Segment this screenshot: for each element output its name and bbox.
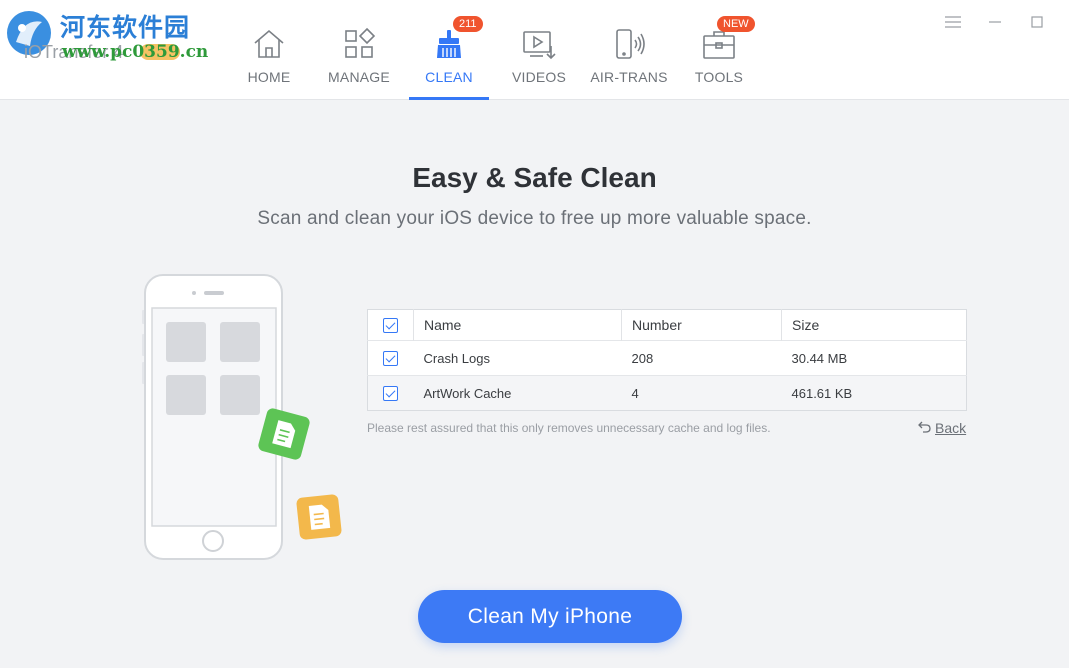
row-size: 461.61 KB (781, 375, 967, 411)
table-header-row: Name Number Size (367, 309, 967, 341)
column-header-number[interactable]: Number (621, 309, 782, 341)
clean-my-iphone-button[interactable]: Clean My iPhone (418, 590, 682, 643)
wireless-phone-icon (616, 29, 645, 59)
row-checkbox-cell (367, 375, 414, 411)
menu-button[interactable] (941, 12, 965, 32)
nav-home[interactable]: HOME (229, 0, 309, 100)
nav-clean-label: CLEAN (425, 69, 473, 85)
row-checkbox[interactable] (383, 351, 399, 367)
phone-illustration (142, 274, 342, 560)
maximize-icon (1031, 16, 1043, 28)
watermark-url: www.pc0359.cn (62, 42, 209, 62)
clean-items-table: Name Number Size Crash Logs 208 30.44 MB… (367, 309, 967, 411)
row-number: 208 (621, 340, 782, 376)
select-all-cell (367, 309, 414, 341)
safety-note: Please rest assured that this only remov… (367, 421, 771, 435)
menu-icon (945, 16, 961, 28)
row-number: 4 (621, 375, 782, 411)
page-title: Easy & Safe Clean (412, 162, 657, 193)
nav-home-label: HOME (247, 69, 291, 85)
nav-videos-label: VIDEOS (511, 69, 567, 85)
row-size: 30.44 MB (781, 340, 967, 376)
nav-air-trans[interactable]: AIR-TRANS (589, 0, 669, 100)
clean-count-badge: 211 (453, 16, 483, 32)
undo-arrow-icon (918, 421, 931, 433)
row-name: ArtWork Cache (413, 375, 622, 411)
watermark-title: 河东软件园 (60, 13, 191, 42)
minimize-icon (989, 21, 1001, 23)
nav-manage-label: MANAGE (328, 69, 390, 85)
select-all-checkbox[interactable] (383, 318, 398, 334)
maximize-button[interactable] (1025, 12, 1049, 32)
nav-tools-label: TOOLS (694, 69, 744, 85)
nav-tools[interactable]: NEW TOOLS (679, 0, 759, 100)
nav-videos[interactable]: VIDEOS (499, 0, 579, 100)
minimize-button[interactable] (983, 12, 1007, 32)
nav-manage[interactable]: MANAGE (319, 0, 399, 100)
back-link[interactable]: Back (918, 420, 966, 436)
home-icon (254, 29, 284, 58)
top-bar: 河东软件园 iOTransfer 4 www.pc0359.cn HOME MA… (0, 0, 1069, 100)
tools-new-badge: NEW (717, 16, 755, 32)
column-header-size[interactable]: Size (781, 309, 967, 341)
nav-clean[interactable]: 211 CLEAN (409, 0, 489, 100)
row-name: Crash Logs (413, 340, 622, 376)
video-download-icon (523, 31, 556, 60)
row-checkbox-cell (367, 340, 414, 376)
table-row: ArtWork Cache 4 461.61 KB (367, 375, 967, 411)
table-row: Crash Logs 208 30.44 MB (367, 340, 967, 376)
grid-icon (345, 27, 376, 58)
row-checkbox[interactable] (383, 386, 399, 402)
back-label: Back (935, 420, 967, 436)
app-logo: 河东软件园 iOTransfer 4 www.pc0359.cn (0, 0, 210, 70)
active-tab-indicator (409, 97, 489, 100)
page-subtitle: Scan and clean your iOS device to free u… (257, 208, 812, 229)
column-header-name[interactable]: Name (413, 309, 622, 341)
nav-air-trans-label: AIR-TRANS (590, 69, 668, 85)
